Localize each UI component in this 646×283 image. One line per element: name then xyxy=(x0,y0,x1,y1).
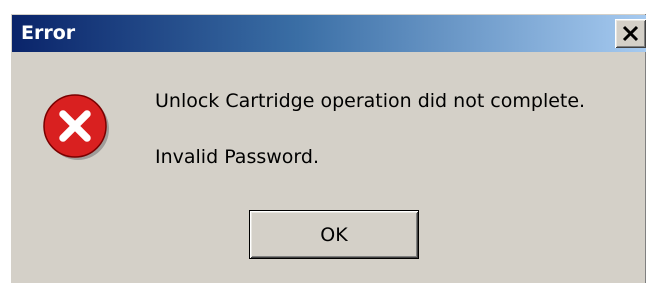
error-dialog: Error Unlock Cartridge operation did not… xyxy=(10,13,646,283)
title-bar[interactable]: Error xyxy=(12,15,646,52)
error-detail: Invalid Password. xyxy=(155,146,319,168)
error-message: Unlock Cartridge operation did not compl… xyxy=(155,90,586,112)
error-icon xyxy=(43,94,109,160)
ok-button-label: OK xyxy=(320,223,348,246)
window-title: Error xyxy=(21,22,76,44)
ok-button[interactable]: OK xyxy=(249,210,419,259)
close-button[interactable] xyxy=(615,19,646,48)
close-icon xyxy=(622,25,639,42)
